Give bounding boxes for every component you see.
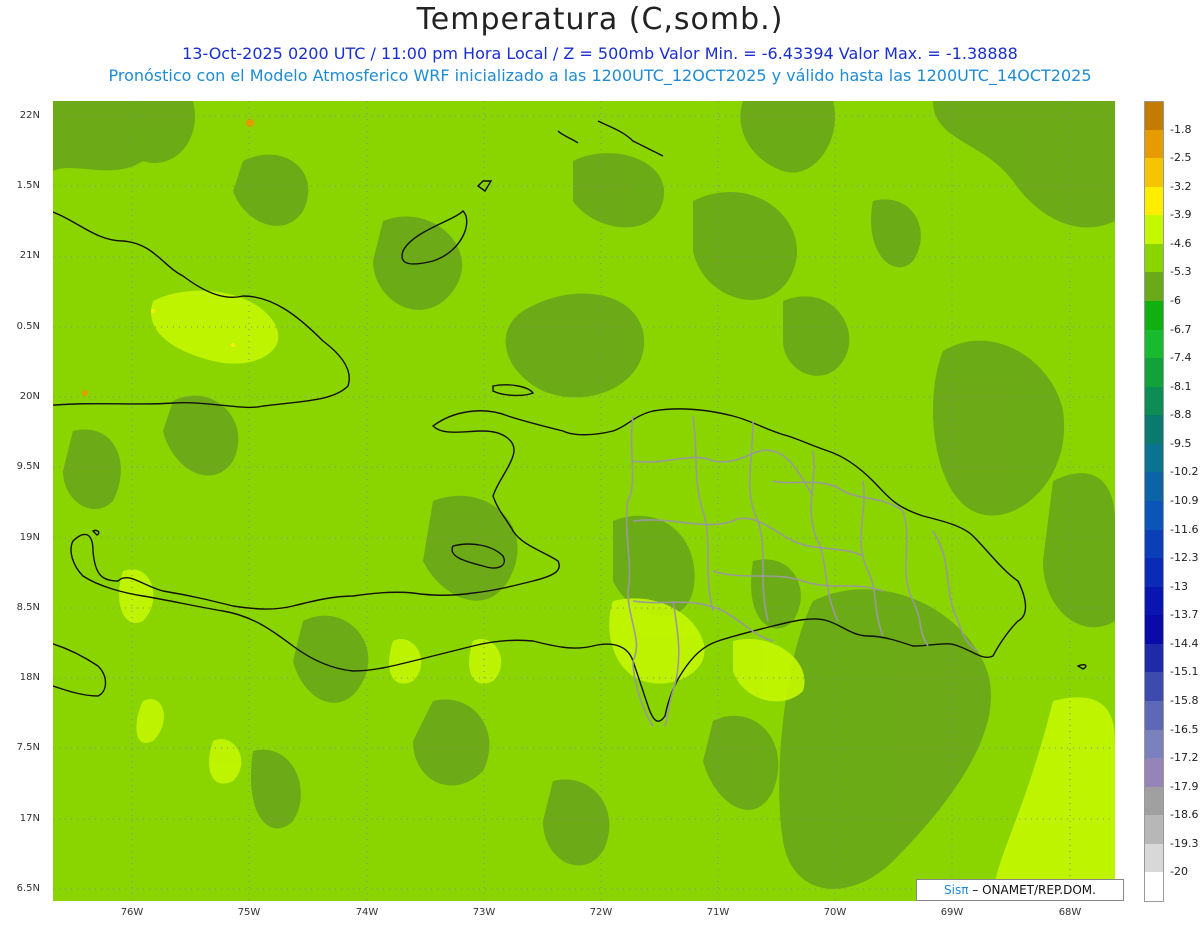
- colorbar-label: -13.7: [1170, 608, 1199, 622]
- colorbar-label: -3.9: [1170, 208, 1192, 222]
- colorbar-swatch: [1144, 558, 1164, 587]
- colorbar-swatch: [1144, 101, 1164, 131]
- lon-label-68w: 68W: [1058, 907, 1082, 918]
- colorbar-swatch: [1144, 301, 1164, 330]
- lat-label-19-5n: 9.5N: [16, 461, 40, 472]
- lat-label-17-5n: 7.5N: [16, 742, 40, 753]
- colorbar-swatch: [1144, 386, 1164, 416]
- colorbar-label: -20: [1170, 865, 1188, 879]
- colorbar-label: -12.3: [1170, 551, 1199, 565]
- colorbar-label: -17.9: [1170, 779, 1199, 793]
- lon-label-71w: 71W: [706, 907, 730, 918]
- lat-label-21n: 21N: [19, 250, 40, 261]
- colorbar-swatch: [1144, 529, 1164, 559]
- colorbar-swatch: [1144, 158, 1164, 187]
- credit-sis: Sisπ: [944, 883, 969, 897]
- colorbar-swatch: [1144, 415, 1164, 444]
- colorbar-swatch: [1144, 129, 1164, 159]
- lat-label-21-5n: 1.5N: [16, 180, 40, 191]
- colorbar-swatch: [1144, 701, 1164, 730]
- colorbar-swatch: [1144, 786, 1164, 816]
- colorbar-label: -1.8: [1170, 122, 1192, 136]
- lon-label-72w: 72W: [589, 907, 613, 918]
- colorbar-swatch: [1144, 329, 1164, 359]
- colorbar-swatch: [1144, 643, 1164, 673]
- lat-label-22n: 22N: [19, 110, 40, 121]
- colorbar-label: -10.2: [1170, 465, 1199, 479]
- colorbar-label: -6: [1170, 294, 1181, 307]
- colorbar-label: -13: [1170, 579, 1188, 593]
- colorbar-swatch: [1144, 186, 1164, 216]
- map-subtitle-valid-time: 13-Oct-2025 0200 UTC / 11:00 pm Hora Loc…: [182, 44, 1018, 63]
- credit-box: Sisπ – ONAMET/REP.DOM.: [916, 879, 1124, 901]
- lat-label-19n: 19N: [19, 532, 40, 543]
- lat-label-16-5n: 6.5N: [16, 883, 40, 894]
- colorbar-label: -15.8: [1170, 694, 1199, 707]
- lon-label-76w: 76W: [120, 907, 144, 918]
- colorbar-label: -2.5: [1170, 151, 1192, 165]
- colorbar-label: -10.9: [1170, 494, 1199, 507]
- colorbar-swatch: [1144, 729, 1164, 759]
- colorbar-swatch: [1144, 758, 1164, 787]
- colorbar-label: -18.6: [1170, 808, 1199, 822]
- colorbar-swatch: [1144, 872, 1164, 902]
- lon-label-75w: 75W: [237, 907, 261, 918]
- colorbar-label: -8.8: [1170, 408, 1192, 422]
- colorbar-label: -4.6: [1170, 236, 1192, 250]
- map-svg: [53, 101, 1115, 901]
- lat-label-18n: 18N: [19, 672, 40, 683]
- colorbar-label: -8.1: [1170, 379, 1192, 393]
- lat-label-18-5n: 8.5N: [16, 602, 40, 613]
- colorbar-swatch: [1144, 615, 1164, 644]
- colorbar-label: -9.5: [1170, 436, 1192, 450]
- colorbar-swatch: [1144, 443, 1164, 473]
- lon-label-73w: 73W: [472, 907, 496, 918]
- colorbar-label: -16.5: [1170, 722, 1199, 736]
- colorbar-swatch: [1144, 843, 1164, 873]
- colorbar-label: -14.4: [1170, 636, 1199, 650]
- colorbar-label: -3.2: [1170, 179, 1192, 193]
- colorbar-label: -6.7: [1170, 322, 1192, 336]
- colorbar-swatch: [1144, 501, 1164, 530]
- colorbar-swatch: [1144, 672, 1164, 701]
- lon-label-74w: 74W: [355, 907, 379, 918]
- map-title: Temperatura (C,somb.): [416, 2, 784, 37]
- colorbar-label: -7.4: [1170, 351, 1192, 365]
- colorbar-label: -11.6: [1170, 522, 1199, 536]
- colorbar-label: -17.2: [1170, 751, 1199, 765]
- colorbar-label: -5.3: [1170, 265, 1192, 279]
- lon-label-70w: 70W: [823, 907, 847, 918]
- colorbar-swatch: [1144, 358, 1164, 387]
- colorbar-swatch: [1144, 215, 1164, 244]
- lat-label-20n: 20N: [19, 391, 40, 402]
- temperature-map: [53, 101, 1115, 901]
- colorbar-swatch: [1144, 472, 1164, 501]
- colorbar-swatch: [1144, 272, 1164, 301]
- colorbar-label: -15.1: [1170, 665, 1199, 679]
- colorbar-swatch: [1144, 243, 1164, 273]
- lat-label-17n: 17N: [19, 813, 40, 824]
- colorbar-swatch: [1144, 815, 1164, 844]
- colorbar-label: -19.3: [1170, 836, 1199, 850]
- lon-label-69w: 69W: [940, 907, 964, 918]
- lat-label-20-5n: 0.5N: [16, 321, 40, 332]
- map-subtitle-model-info: Pronóstico con el Modelo Atmosferico WRF…: [108, 66, 1092, 85]
- credit-text: – ONAMET/REP.DOM.: [968, 883, 1096, 897]
- colorbar-swatch: [1144, 586, 1164, 616]
